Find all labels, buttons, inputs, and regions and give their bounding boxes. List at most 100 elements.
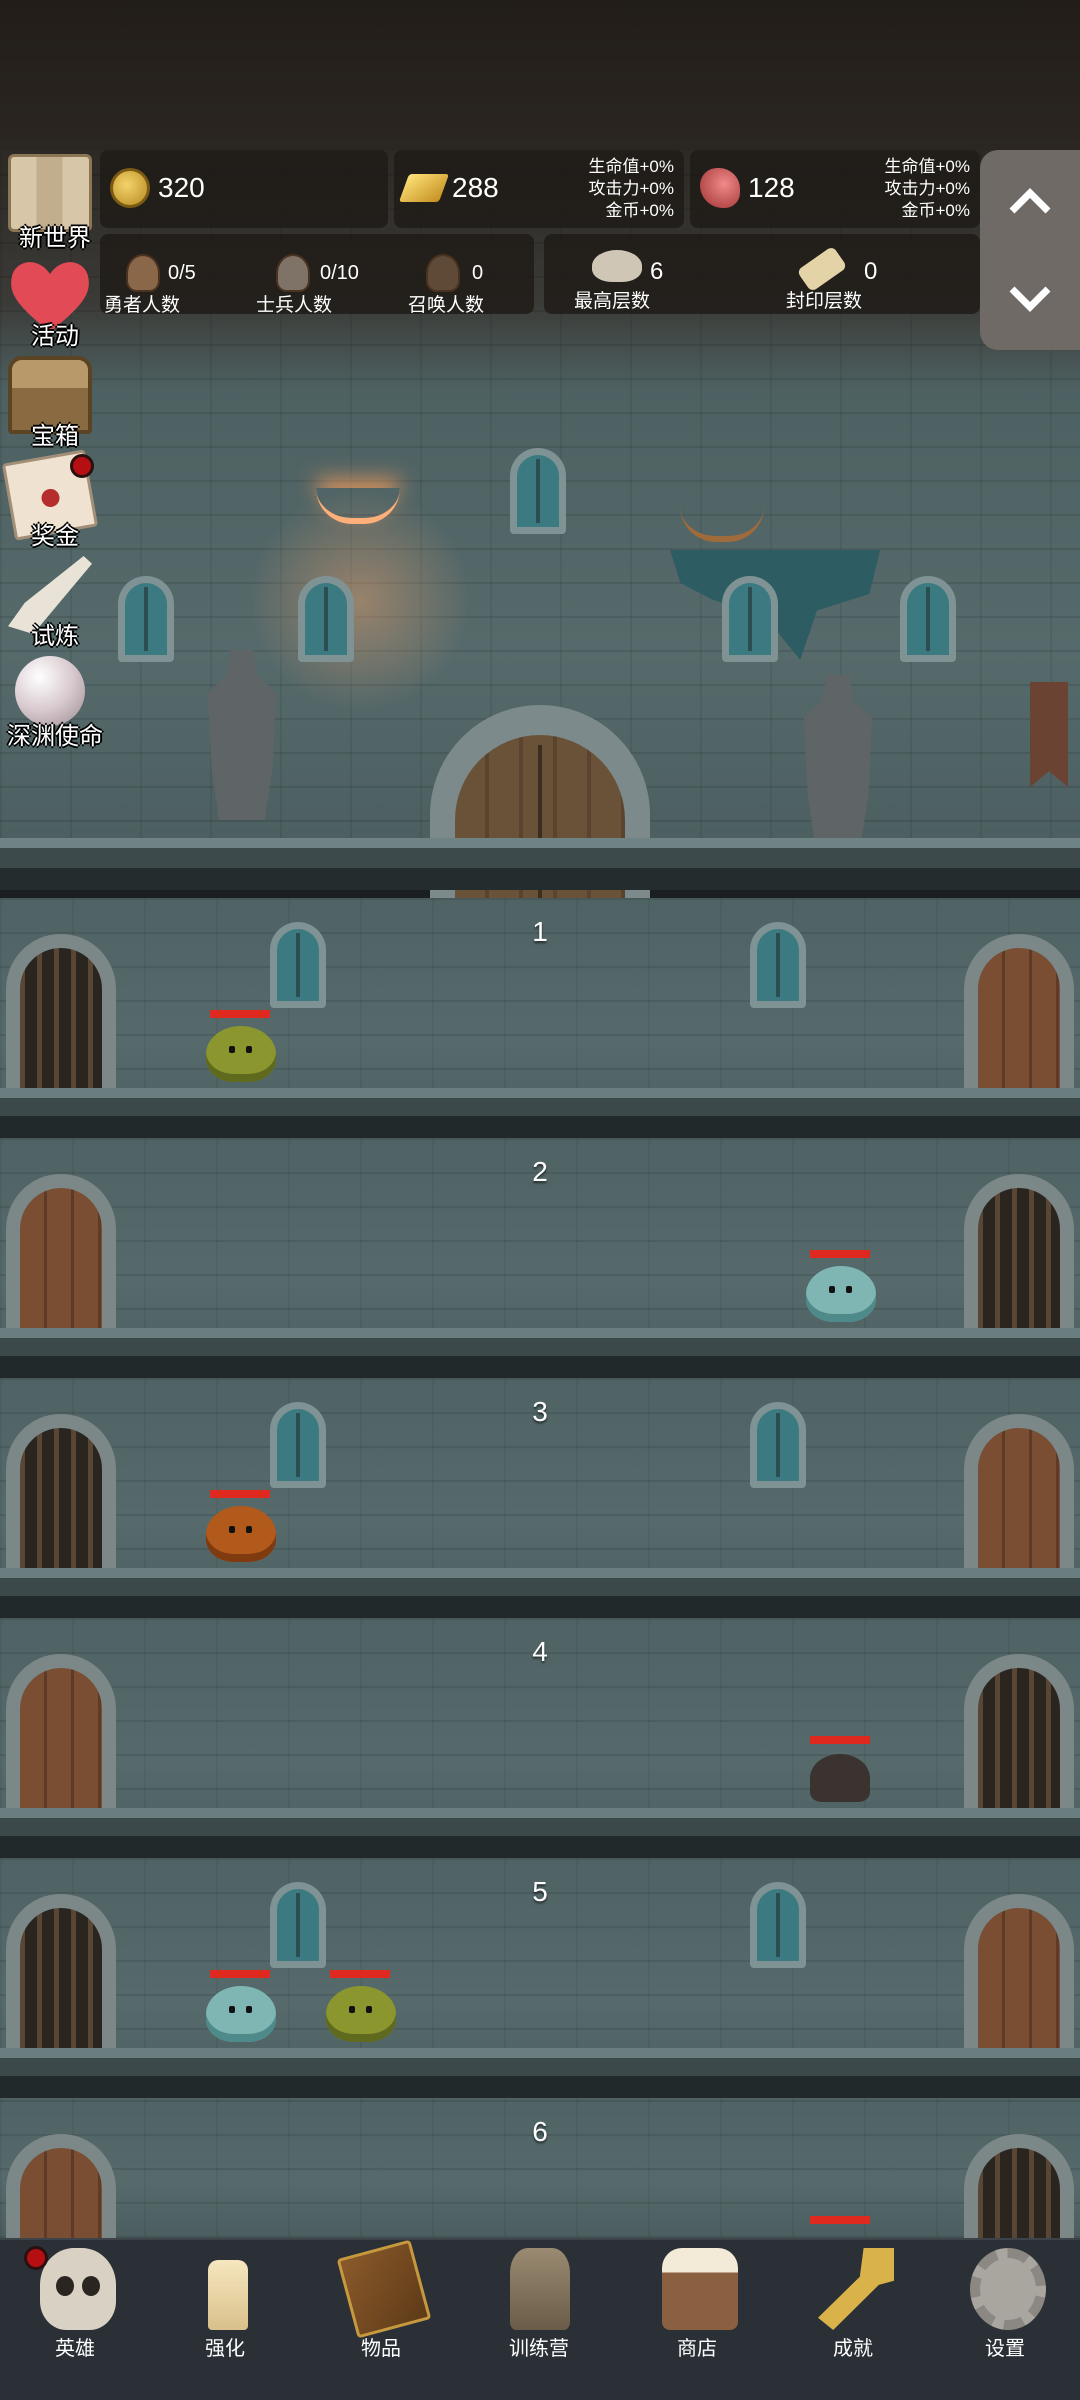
nav-training-camp[interactable]: 训练营 — [464, 2240, 614, 2360]
gold-bonus-coin: 金币+0% — [605, 201, 675, 220]
floor-number: 5 — [532, 1876, 548, 1907]
enemy-hp-bar — [810, 1736, 870, 1744]
sealed-floor-cell[interactable]: 0 封印层数 — [760, 234, 970, 314]
chevron-up-icon — [1009, 188, 1051, 214]
gold-panel[interactable]: 288 生命值+0% 攻击力+0% 金币+0% — [394, 150, 684, 228]
soldier-count-cell[interactable]: 0/10 士兵人数 — [250, 234, 395, 316]
meat-bonus-hp: 生命值+0% — [884, 157, 971, 176]
dungeon-floor-3[interactable]: 3 — [0, 1378, 1080, 1618]
meat-bonus-atk: 攻击力+0% — [884, 179, 971, 198]
max-floor-cell[interactable]: 6 最高层数 — [544, 234, 754, 314]
teal-slime-enemy[interactable] — [806, 1266, 876, 1322]
gold-bonus-atk: 攻击力+0% — [588, 179, 675, 198]
enemy-hp-bar — [210, 1490, 270, 1498]
floor-number: 6 — [532, 2116, 548, 2147]
meat-bonus: 生命值+0% 攻击力+0% 金币+0% — [885, 156, 971, 222]
floor-number: 1 — [532, 916, 548, 947]
max-floor-value: 6 — [650, 258, 664, 285]
side-menu-label: 新世界 — [19, 225, 91, 252]
soldier-count: 0/10 — [320, 262, 359, 284]
castle-window — [510, 448, 566, 534]
enemy-hp-bar — [210, 1970, 270, 1978]
floor-number: 2 — [532, 1156, 548, 1187]
scroll-up-button[interactable] — [980, 150, 1080, 250]
meat-icon — [700, 168, 740, 208]
candle-icon — [208, 2260, 248, 2330]
coin-value: 320 — [158, 172, 205, 203]
gold-value: 288 — [452, 172, 499, 203]
right-door — [964, 1414, 1074, 1570]
right-gate — [964, 1174, 1074, 1330]
nav-label: 物品 — [361, 2338, 401, 2360]
summon-count: 0 — [472, 262, 484, 284]
book-icon — [336, 2239, 432, 2339]
left-gate — [6, 1894, 116, 2050]
coin-panel[interactable]: 320 — [100, 150, 388, 228]
nav-label: 成就 — [833, 2338, 873, 2360]
notification-badge — [24, 2246, 48, 2270]
right-door — [964, 934, 1074, 1090]
enemy-hp-bar — [810, 1250, 870, 1258]
side-menu-treasure-chest[interactable]: 宝箱 — [0, 354, 100, 454]
sealed-floor-value: 0 — [864, 258, 878, 285]
skull-icon — [40, 2248, 116, 2330]
castle-window — [298, 576, 354, 662]
dungeon-floor-6[interactable]: 6 — [0, 2098, 1080, 2290]
top-background — [0, 0, 1080, 150]
scroll-down-button[interactable] — [980, 250, 1080, 350]
gold-bonus-hp: 生命值+0% — [588, 157, 675, 176]
nav-shop[interactable]: 商店 — [622, 2240, 772, 2360]
sealed-floor-label: 封印层数 — [786, 291, 863, 312]
nav-items[interactable]: 物品 — [306, 2239, 456, 2360]
floor-window — [750, 922, 806, 1008]
nav-label: 设置 — [985, 2338, 1025, 2360]
meat-value: 128 — [748, 172, 795, 203]
left-door — [6, 1654, 116, 1810]
left-door — [6, 1174, 116, 1330]
nav-settings[interactable]: 设置 — [930, 2240, 1080, 2360]
gold-bonus: 生命值+0% 攻击力+0% 金币+0% — [589, 156, 675, 222]
chandelier — [680, 506, 764, 542]
hero-count: 0/5 — [168, 262, 196, 284]
meat-panel[interactable]: 128 生命值+0% 攻击力+0% 金币+0% — [690, 150, 980, 228]
nav-heroes[interactable]: 英雄 — [0, 2240, 150, 2360]
summon-count-cell[interactable]: 0 召唤人数 — [400, 234, 534, 316]
summon-count-label: 召唤人数 — [408, 295, 485, 316]
dungeon-floor-1[interactable]: 1 — [0, 898, 1080, 1138]
side-menu-trial[interactable]: 试炼 — [0, 554, 100, 654]
enemy-hp-bar — [210, 1010, 270, 1018]
orange-slime-enemy[interactable] — [206, 1506, 276, 1562]
notification-badge — [70, 454, 94, 478]
spider-enemy[interactable] — [810, 1754, 870, 1802]
castle-window — [722, 576, 778, 662]
hero-count-cell[interactable]: 0/5 勇者人数 — [100, 234, 245, 316]
side-menu-bonus[interactable]: 奖金 — [0, 449, 100, 554]
enemy-hp-bar — [810, 2216, 870, 2224]
side-menu-new-world[interactable]: 新世界 — [0, 152, 100, 252]
dungeon-floor-5[interactable]: 5 — [0, 1858, 1080, 2098]
nav-label: 训练营 — [509, 2338, 569, 2360]
floor-window — [750, 1402, 806, 1488]
nav-upgrade[interactable]: 强化 — [150, 2240, 300, 2360]
dungeon-floor-2[interactable]: 2 — [0, 1138, 1080, 1378]
teal-slime-enemy[interactable] — [206, 1986, 276, 2042]
bottom-navigation: 英雄 强化 物品 训练营 商店 成就 设置 — [0, 2238, 1080, 2400]
floor-ledge — [0, 1808, 1080, 1858]
side-menu-event[interactable]: 活动 — [0, 254, 100, 354]
green-slime-enemy[interactable] — [206, 1026, 276, 1082]
floor-window — [270, 1402, 326, 1488]
side-menu-abyss-mission[interactable]: 深渊使命 — [0, 654, 103, 754]
castle-window — [118, 576, 174, 662]
side-menu-label: 奖金 — [31, 523, 79, 550]
left-gate — [6, 934, 116, 1090]
floor-window — [750, 1882, 806, 1968]
chevron-down-icon — [1009, 286, 1051, 312]
nav-achievements[interactable]: 成就 — [778, 2240, 928, 2360]
nav-label: 强化 — [205, 2338, 245, 2360]
floor-window — [270, 1882, 326, 1968]
dungeon-floor-4[interactable]: 4 — [0, 1618, 1080, 1858]
side-menu-label: 试炼 — [31, 623, 79, 650]
gold-bar-icon — [398, 174, 450, 202]
green-slime-enemy[interactable] — [326, 1986, 396, 2042]
castle-floor-ledge — [0, 838, 1080, 890]
